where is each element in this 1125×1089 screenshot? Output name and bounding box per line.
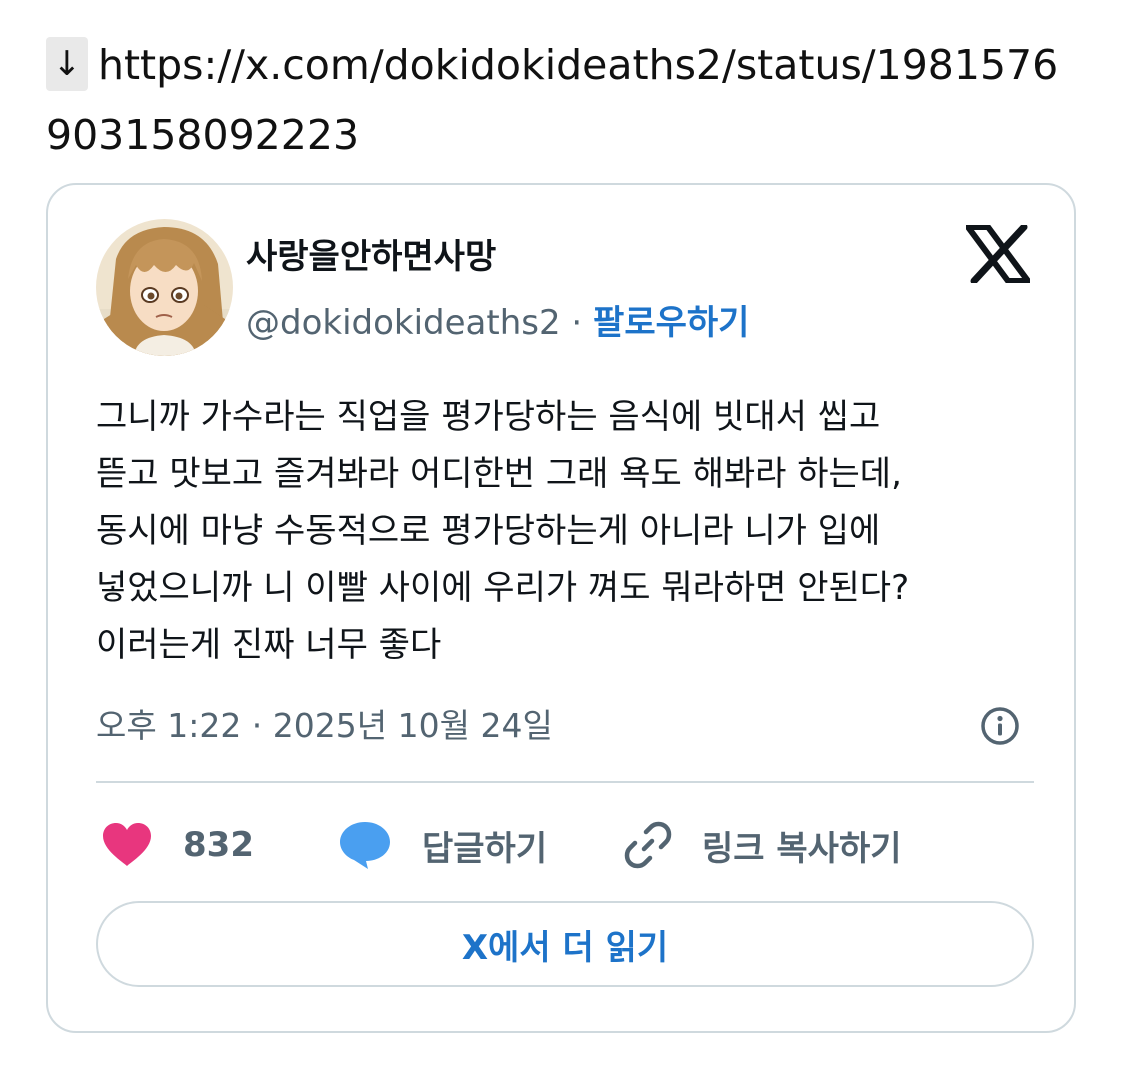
copy-link-label: 링크 복사하기	[702, 828, 902, 869]
reply-label: 답글하기	[422, 828, 548, 869]
action-bar: 832 답글하기 링크 복사하기	[96, 815, 1034, 875]
avatar[interactable]	[96, 219, 233, 356]
follow-button[interactable]: 팔로우하기	[593, 303, 749, 343]
link-icon	[624, 821, 672, 869]
speech-bubble-icon	[340, 822, 390, 869]
user-handle[interactable]: @dokidokideaths2	[246, 303, 561, 343]
tweet-text: 그니까 가수라는 직업을 평가당하는 음식에 빗대서 씹고 뜯고 맛보고 즐겨봐…	[96, 397, 910, 665]
source-link-line: ↓ https://x.com/dokidokideaths2/status/19…	[46, 30, 1066, 170]
handle-row: @dokidokideaths2 · 팔로우하기	[246, 295, 749, 344]
reply-button[interactable]: 답글하기	[338, 815, 547, 875]
info-icon[interactable]	[980, 706, 1020, 746]
divider	[96, 781, 1034, 783]
copy-link-button[interactable]: 링크 복사하기	[622, 815, 902, 875]
down-arrow-icon: ↓	[46, 37, 88, 91]
display-name[interactable]: 사랑을안하면사망	[246, 229, 496, 278]
read-more-on-x-button[interactable]: X에서 더 읽기	[96, 901, 1034, 987]
source-url-link[interactable]: https://x.com/dokidokideaths2/status/198…	[46, 41, 1058, 159]
tweet-embed-card: 사랑을안하면사망 @dokidokideaths2 · 팔로우하기 그니까 가수…	[46, 183, 1076, 1033]
avatar-illustration	[96, 219, 233, 356]
tweet-timestamp[interactable]: 오후 1:22 · 2025년 10월 24일	[96, 699, 553, 747]
x-logo-icon[interactable]	[966, 225, 1030, 283]
heart-icon	[103, 823, 151, 866]
handle-separator: ·	[560, 303, 594, 343]
like-count: 832	[183, 825, 254, 865]
like-button[interactable]: 832	[101, 815, 254, 875]
